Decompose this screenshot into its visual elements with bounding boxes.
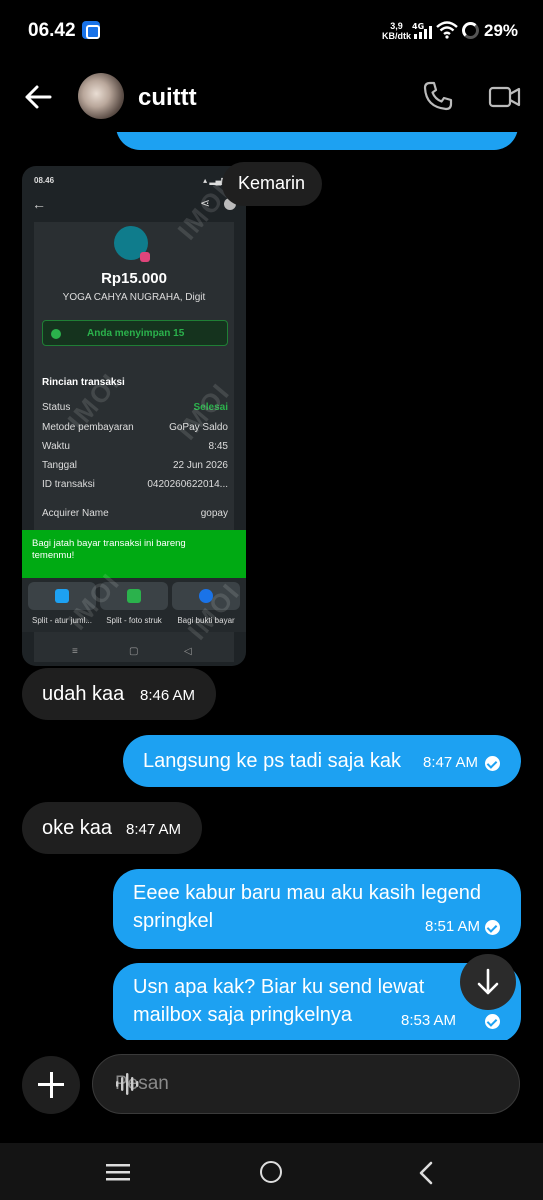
battery-level: 29% [484, 21, 519, 40]
image-row: Tanggal 22 Jun 2026 [42, 460, 228, 474]
phone-icon[interactable] [422, 80, 454, 117]
message-bubble-outgoing[interactable]: Eeee kabur baru mau aku kasih legend spr… [113, 869, 521, 949]
message-time: 8:47 AM [126, 821, 182, 838]
image-status-time: 08.46 [34, 176, 55, 185]
read-check-icon [485, 920, 500, 935]
message-text: Langsung ke ps tadi saja kak [143, 750, 401, 772]
back-arrow-icon[interactable] [24, 84, 52, 115]
signal-icon: 4G [412, 22, 434, 45]
avatar[interactable] [78, 73, 124, 119]
nav-back-icon[interactable] [418, 1161, 434, 1190]
date-label: Kemarin [238, 173, 306, 193]
date-separator: Kemarin [222, 162, 322, 206]
message-text-line: mailbox saja pringkelnya [133, 1004, 353, 1026]
image-saved-text: Anda menyimpan 15 [87, 328, 185, 339]
message-bubble-outgoing-partial[interactable] [116, 132, 518, 150]
chat-area[interactable]: 08.46 ▴ ▂▄▆ ▮ ← ⋖ Rp15.000 YOGA CAHYA NU… [0, 132, 543, 1040]
network-speed: 3,9 KB/dtk [382, 21, 411, 41]
message-input[interactable]: Pesan [92, 1054, 520, 1114]
message-text-line: Eeee kabur baru mau aku kasih legend [133, 882, 482, 904]
network-type: 4G [412, 22, 424, 31]
image-row: Waktu 8:45 [42, 441, 228, 455]
image-merchant: YOGA CAHYA NUGRAHA, Digit [62, 292, 206, 303]
message-bubble-outgoing[interactable]: Langsung ke ps tadi saja kak 8:47 AM [123, 735, 521, 787]
image-row-value: 22 Jun 2026 [172, 460, 228, 471]
battery-ring-icon [462, 22, 479, 39]
image-saved-banner: Anda menyimpan 15 [42, 320, 228, 346]
image-amount: Rp15.000 [101, 270, 167, 287]
image-row-value: 8:45 [208, 441, 228, 452]
image-nav-bar: ≡ ▢ ◁ [72, 646, 192, 657]
image-merchant-logo-icon [114, 226, 150, 262]
image-check-icon [51, 329, 61, 339]
status-bar: 06.42 3,9 KB/dtk 4G 29% [0, 0, 543, 62]
image-row-key: Tanggal [42, 460, 78, 471]
read-check-icon [485, 756, 500, 771]
status-time: 06.42 [28, 20, 76, 41]
message-time: 8:47 AM [423, 754, 479, 771]
message-time: 8:53 AM [401, 1012, 457, 1029]
home-icon[interactable] [260, 1161, 282, 1183]
network-speed-value: 3,9 [390, 21, 403, 31]
image-action-label: Split - foto struk [106, 616, 162, 625]
image-row-value: gopay [200, 508, 228, 519]
image-row-key: Waktu [42, 441, 70, 452]
scroll-to-bottom-button[interactable] [460, 954, 516, 1010]
video-call-icon[interactable] [488, 84, 522, 115]
message-bubble-incoming[interactable]: udah kaa 8:46 AM [22, 668, 216, 720]
system-nav-bar [0, 1143, 543, 1200]
read-check-icon [485, 1014, 500, 1029]
recent-apps-icon[interactable] [106, 1163, 130, 1186]
composer-bar: Pesan [0, 1040, 543, 1140]
wifi-icon [436, 21, 458, 44]
attach-plus-button[interactable] [22, 1056, 80, 1114]
message-text-line: springkel [133, 910, 214, 932]
image-row-value: 0420260622014... [147, 479, 228, 490]
network-speed-unit: KB/dtk [382, 31, 411, 41]
message-text: oke kaa [42, 817, 113, 839]
app-notification-icon [82, 21, 100, 39]
image-split-banner-text: Bagi jatah bayar transaksi ini bareng te… [32, 538, 186, 561]
message-time: 8:51 AM [425, 918, 481, 935]
image-split-banner: Bagi jatah bayar transaksi ini bareng te… [22, 530, 246, 578]
contact-name[interactable]: cuittt [138, 84, 197, 112]
image-row-key: ID transaksi [42, 479, 95, 490]
message-time: 8:46 AM [140, 687, 196, 704]
voice-wave-icon[interactable] [115, 1073, 501, 1101]
arrow-down-icon [477, 968, 499, 995]
image-back-icon: ← [32, 196, 46, 212]
chat-header: cuittt [0, 62, 543, 132]
message-text: udah kaa [42, 683, 125, 705]
message-text-line: Usn apa kak? Biar ku send lewat [133, 976, 425, 998]
image-row-key: Acquirer Name [42, 508, 109, 519]
shared-image-message[interactable]: 08.46 ▴ ▂▄▆ ▮ ← ⋖ Rp15.000 YOGA CAHYA NU… [22, 166, 246, 666]
image-row: Acquirer Name gopay [42, 508, 228, 522]
message-bubble-incoming[interactable]: oke kaa 8:47 AM [22, 802, 202, 854]
image-row: ID transaksi 0420260622014... [42, 479, 228, 493]
